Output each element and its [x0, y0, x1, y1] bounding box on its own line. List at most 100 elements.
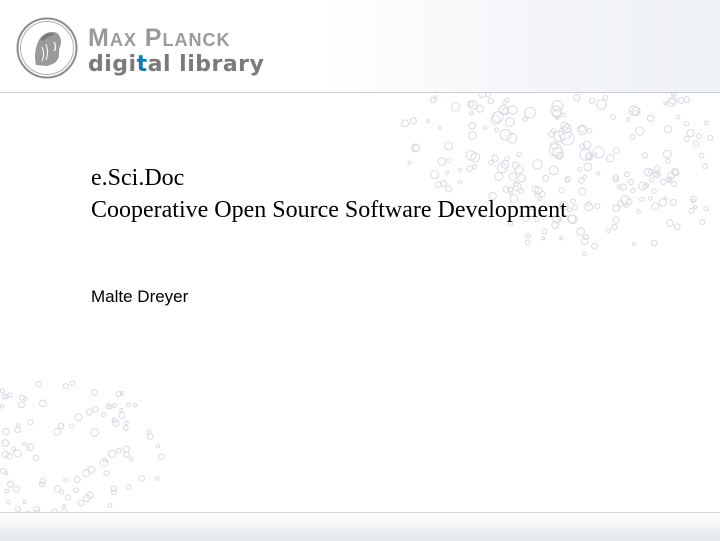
- decorative-dot: [450, 102, 461, 112]
- decorative-dot: [129, 457, 134, 462]
- decorative-dot: [576, 227, 585, 236]
- decorative-dot: [499, 128, 512, 141]
- decorative-dot: [465, 150, 477, 161]
- decorative-dot: [0, 388, 5, 394]
- decorative-dot: [664, 125, 672, 134]
- decorative-dot: [677, 97, 685, 104]
- decorative-dot: [92, 406, 99, 413]
- decorative-dot: [23, 396, 28, 402]
- decorative-dot: [69, 423, 75, 430]
- decorative-dot: [123, 451, 130, 458]
- decorative-dot: [158, 453, 165, 461]
- decorative-dot: [522, 116, 528, 122]
- decorative-dot: [504, 97, 510, 103]
- decorative-dot: [3, 393, 10, 400]
- decorative-dot: [476, 104, 484, 113]
- decorative-dot: [467, 100, 475, 108]
- decorative-dot: [469, 111, 474, 116]
- decorative-dot: [592, 146, 605, 159]
- decorative-dot: [663, 149, 672, 159]
- decorative-dot: [115, 390, 123, 398]
- decorative-dot: [1, 439, 10, 448]
- decorative-dot: [690, 195, 697, 203]
- decorative-dot: [686, 129, 695, 137]
- decorative-dot: [110, 485, 118, 492]
- decorative-dot: [683, 120, 690, 127]
- decorative-dot: [588, 97, 596, 104]
- decorative-dot: [138, 475, 145, 482]
- decorative-dot: [77, 499, 85, 507]
- decorative-dot: [506, 132, 518, 144]
- decorative-dot: [582, 140, 592, 150]
- decorative-dot: [91, 389, 98, 397]
- decorative-dot: [683, 135, 691, 143]
- decorative-dot: [83, 494, 91, 503]
- decorative-dot: [548, 131, 555, 138]
- decorative-dot: [412, 144, 420, 152]
- decorative-dot: [155, 443, 161, 449]
- decorative-dot: [504, 155, 510, 162]
- decorative-dot: [494, 127, 499, 133]
- decorative-dot: [591, 242, 598, 250]
- decorative-dot: [703, 120, 709, 126]
- decorative-dot: [690, 198, 695, 203]
- decorative-dot: [650, 239, 658, 247]
- decorative-dot: [507, 105, 518, 115]
- decorative-dot: [13, 485, 21, 493]
- decorative-dot: [14, 426, 21, 434]
- decorative-dot: [124, 420, 129, 426]
- decorative-dot: [103, 458, 107, 463]
- decorative-dot: [0, 404, 5, 409]
- decorative-dot: [586, 154, 593, 160]
- decorative-dot: [32, 454, 40, 462]
- decorative-dot: [73, 487, 80, 494]
- decorative-dot: [548, 143, 563, 157]
- decorative-dot: [107, 503, 113, 509]
- decorative-dot: [524, 106, 536, 119]
- decorative-dot: [21, 442, 26, 447]
- decorative-dot: [612, 147, 620, 155]
- decorative-dot: [146, 433, 154, 441]
- decorative-dot: [11, 446, 17, 452]
- decorative-dot: [596, 99, 607, 110]
- decorative-dot: [483, 125, 488, 130]
- decorative-dot: [675, 114, 681, 120]
- decorative-dot: [116, 447, 122, 454]
- decorative-dot: [666, 97, 676, 107]
- decorative-dot: [6, 480, 14, 488]
- decorative-dot: [610, 114, 617, 121]
- decorative-dot: [26, 445, 31, 451]
- decorative-dot: [27, 419, 34, 426]
- decorative-dot: [470, 152, 481, 163]
- decorative-dot: [560, 131, 575, 146]
- decorative-dot: [491, 154, 499, 162]
- decorative-dot: [22, 499, 27, 505]
- decorative-dot: [86, 491, 94, 500]
- decorative-dot: [582, 233, 590, 241]
- decorative-dot: [487, 97, 495, 105]
- decorative-dot: [516, 151, 523, 158]
- decorative-dot: [631, 106, 641, 117]
- decorative-dot: [582, 251, 587, 257]
- decorative-dot: [107, 404, 113, 410]
- decorative-dot: [707, 135, 714, 141]
- decorative-dot: [7, 392, 13, 398]
- decorative-dot: [433, 95, 438, 100]
- decorative-dot: [632, 109, 639, 116]
- logo-text-part: al library: [147, 52, 265, 77]
- decorative-dot: [602, 95, 609, 101]
- decorative-dot: [444, 141, 453, 151]
- decorative-dot: [683, 96, 691, 103]
- decorative-dot: [606, 154, 615, 163]
- decorative-dot: [126, 402, 131, 408]
- decorative-dot: [62, 383, 70, 390]
- decorative-dot: [642, 152, 649, 159]
- decorative-dot: [63, 477, 69, 483]
- decorative-dot: [646, 114, 655, 123]
- decorative-dot: [122, 445, 131, 453]
- decorative-dot: [695, 133, 702, 140]
- decorative-dot: [692, 140, 700, 147]
- decorative-dot: [551, 100, 564, 112]
- decorative-dot: [498, 105, 509, 115]
- decorative-dot: [105, 403, 111, 410]
